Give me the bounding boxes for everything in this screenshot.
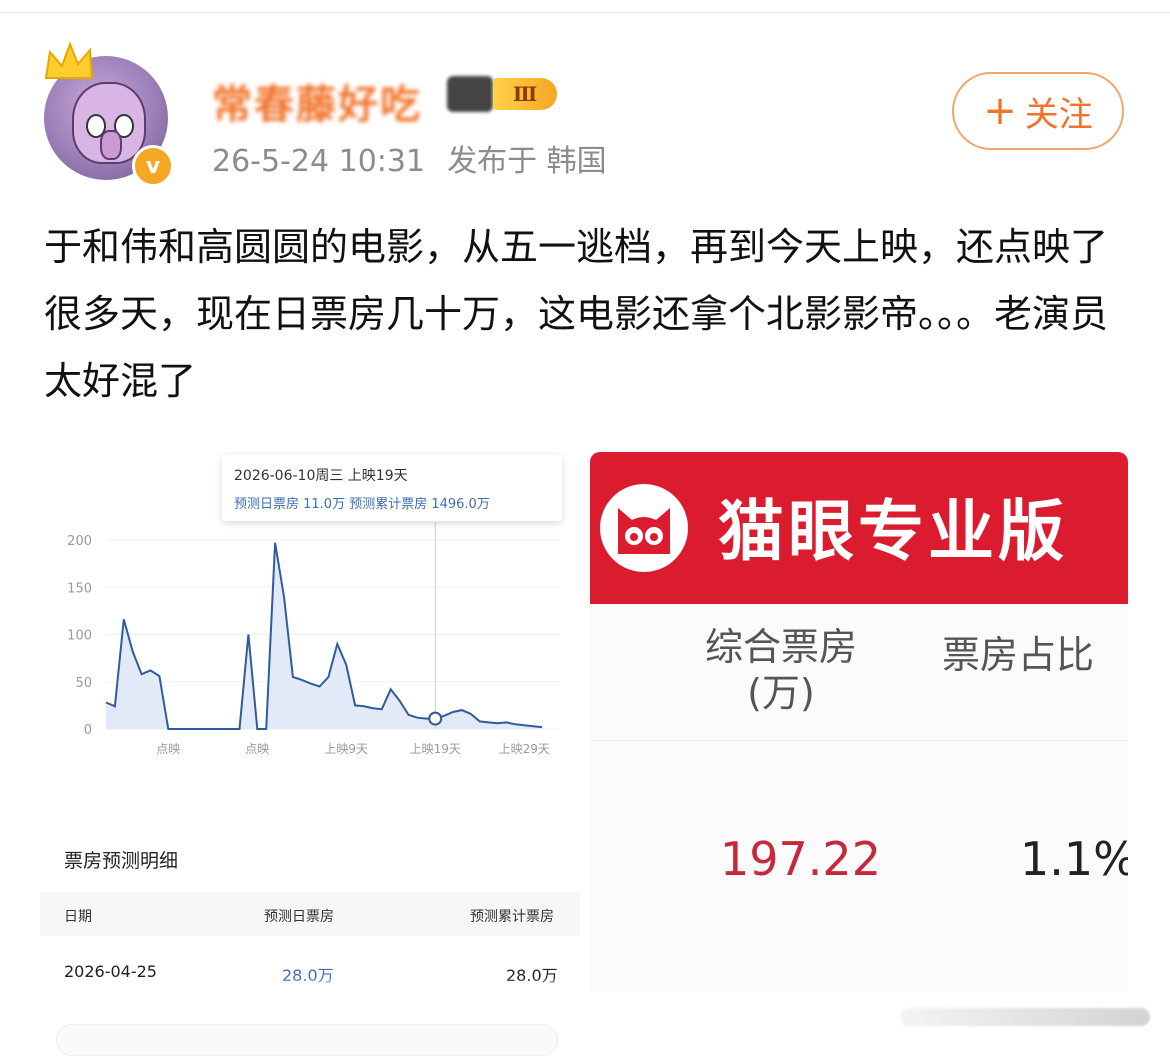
verified-badge-icon: v (132, 145, 174, 187)
post-meta: 26-5-24 10:31 发布于 韩国 (212, 136, 607, 180)
forecast-chart-image[interactable]: 0 50 100 150 200 点映 点映 上映9天 上映19天 上映29天 2026-06-1… (40, 450, 580, 990)
member-icon (447, 76, 493, 112)
crown-icon (44, 41, 94, 79)
y-tick-label: 150 (67, 581, 92, 596)
post-location: 发布于 韩国 (447, 144, 607, 179)
level-badge: Ⅲ (445, 74, 559, 114)
chart-tooltip: 2026-06-10周三 上映19天 预测日票房 11.0万 预测累计票房 14… (222, 455, 562, 521)
post-content: 于和伟和高圆圆的电影，从五一逃档，再到今天上映，还点映了很多天，现在日票房几十万… (44, 225, 1109, 403)
maoyan-brand-title: 猫眼专业版 (718, 493, 1068, 570)
x-tick-label: 点映 (156, 742, 180, 756)
y-tick-label: 50 (75, 676, 92, 691)
avatar-nose (100, 130, 122, 160)
table-row: 2026-04-25 28.0万 28.0万 (40, 956, 580, 990)
box-office-header: 综合票房 (万) (686, 624, 876, 716)
y-tick-label: 0 (84, 723, 92, 738)
box-office-header-line1: 综合票房 (704, 625, 857, 669)
share-header: 票房占比 (942, 633, 1095, 677)
header-daily: 预测日票房 (264, 909, 334, 925)
tooltip-values: 预测日票房 11.0万 预测累计票房 1496.0万 (234, 497, 490, 512)
forecast-detail-title: 票房预测明细 (64, 850, 179, 872)
level-badge-label: Ⅲ (493, 78, 557, 110)
header-cumulative: 预测累计票房 (470, 909, 554, 925)
author-avatar[interactable]: v (40, 41, 175, 187)
x-tick-label: 上映9天 (324, 742, 368, 756)
y-tick-label: 100 (67, 629, 92, 644)
bottom-card-edge (56, 1024, 558, 1056)
top-divider (0, 12, 1170, 13)
watermark (900, 1008, 1150, 1026)
author-name[interactable]: 常春藤好吃 (212, 72, 422, 130)
tooltip-date: 2026-06-10周三 上映19天 (234, 468, 408, 484)
plus-icon: + (983, 88, 1017, 134)
table-header: 日期 预测日票房 预测累计票房 (40, 892, 580, 936)
post-time: 26-5-24 10:31 (212, 144, 426, 179)
share-value: 1.1% (1020, 832, 1128, 886)
highlight-point (428, 711, 443, 726)
maoyan-screenshot[interactable]: 猫眼专业版 综合票房 (万) 票房占比 197.22 1.1% (590, 452, 1128, 992)
x-tick-label: 上映29天 (499, 742, 550, 756)
x-tick-label: 上映19天 (410, 742, 461, 756)
header-divider (590, 740, 1128, 741)
box-office-header-line2: (万) (747, 671, 815, 715)
series-area (106, 542, 542, 729)
maoyan-cat-icon (600, 484, 688, 572)
avatar-face (72, 82, 146, 164)
follow-label: 关注 (1024, 94, 1093, 135)
x-tick-label: 点映 (245, 742, 269, 756)
box-office-value: 197.22 (720, 832, 881, 886)
row-fade (40, 978, 580, 990)
header-date: 日期 (64, 909, 92, 925)
follow-button[interactable]: + 关注 (952, 72, 1124, 150)
y-tick-label: 200 (67, 534, 92, 549)
maoyan-header: 猫眼专业版 (590, 452, 1128, 604)
